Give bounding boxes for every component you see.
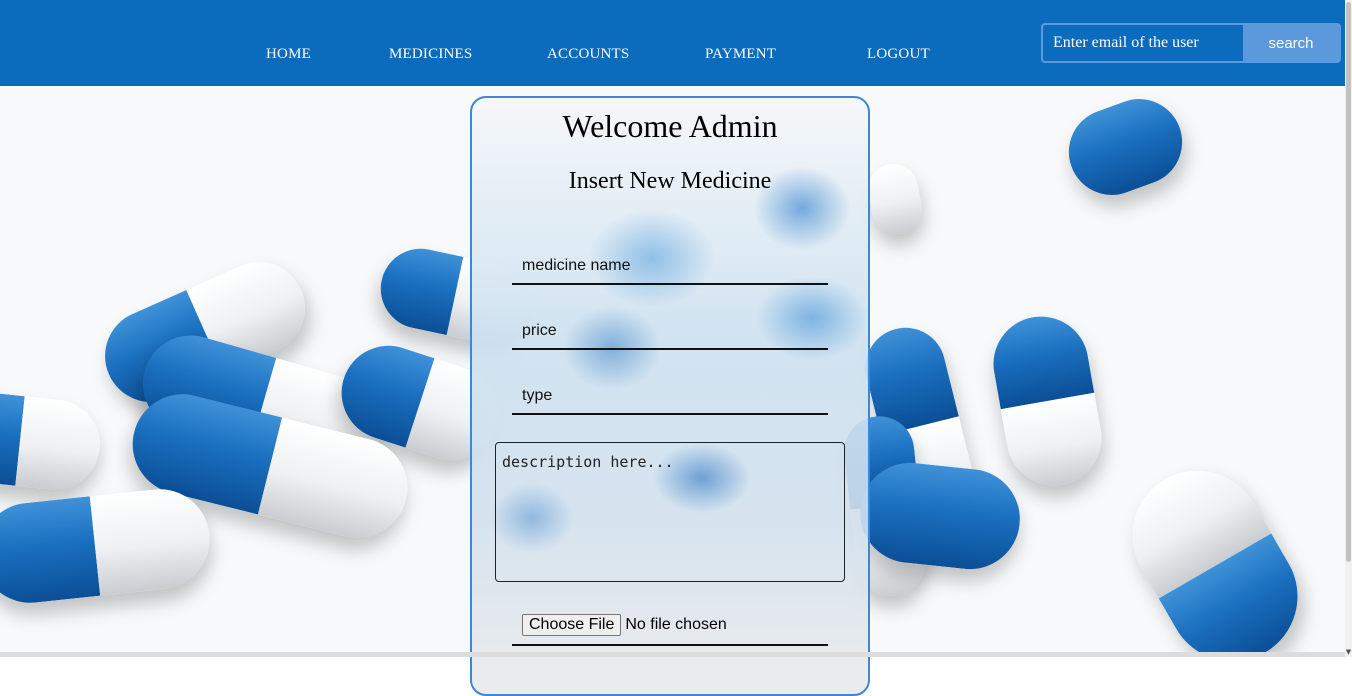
nav-accounts-link[interactable]: ACCOUNTS	[547, 46, 629, 63]
file-upload-field: Choose File No file chosen	[512, 606, 828, 646]
nav-logout-link[interactable]: LOGOUT	[867, 46, 930, 63]
insert-medicine-heading: Insert New Medicine	[568, 168, 772, 194]
nav-medicines-link[interactable]: MEDICINES	[389, 46, 472, 63]
top-navbar: HOME MEDICINES ACCOUNTS PAYMENT LOGOUT s…	[0, 0, 1345, 86]
user-search-form: search	[1041, 23, 1341, 63]
file-status-text: No file chosen	[625, 616, 727, 633]
scrollbar-thumb[interactable]	[1346, 2, 1351, 562]
nav-home-link[interactable]: HOME	[266, 46, 311, 63]
user-email-search-input[interactable]	[1043, 25, 1243, 61]
scroll-down-arrow-icon[interactable]: ▼	[1345, 647, 1352, 657]
search-button[interactable]: search	[1243, 25, 1339, 61]
price-input[interactable]	[512, 314, 828, 350]
welcome-heading: Welcome Admin	[562, 108, 778, 144]
vertical-scrollbar[interactable]: ▼	[1345, 0, 1352, 657]
type-input[interactable]	[512, 379, 828, 415]
nav-payment-link[interactable]: PAYMENT	[705, 46, 776, 63]
choose-file-button[interactable]: Choose File	[522, 614, 622, 636]
horizontal-scrollbar[interactable]	[0, 652, 1345, 657]
insert-medicine-card: Welcome Admin Insert New Medicine Choose…	[470, 96, 870, 696]
medicine-name-input[interactable]	[512, 249, 828, 285]
description-textarea[interactable]	[495, 442, 845, 582]
